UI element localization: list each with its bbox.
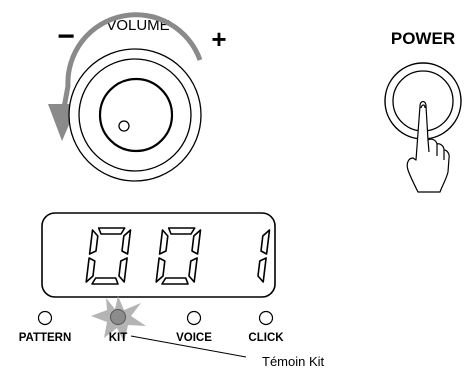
indicator-row: PATTERN KIT VOICE CLICK (19, 296, 284, 344)
volume-minus-sign: − (57, 20, 75, 53)
volume-plus-sign: + (211, 24, 226, 54)
led-kit (110, 309, 126, 325)
led-voice (186, 310, 202, 326)
volume-control[interactable]: VOLUME − + (48, 12, 227, 182)
volume-knob-outer-ring (68, 48, 202, 182)
indicator-label-click: CLICK (248, 332, 284, 344)
kit-callout: Témoin Kit (130, 335, 325, 369)
digit-2-segment-d (161, 277, 189, 285)
power-label: POWER (391, 29, 455, 48)
power-control[interactable]: POWER (384, 29, 462, 193)
digit-1-segment-d (91, 277, 119, 285)
callout-label: Témoin Kit (262, 354, 325, 369)
display-frame (41, 212, 276, 298)
indicator-label-kit: KIT (109, 332, 128, 344)
led-click (258, 310, 274, 326)
indicator-label-voice: VOICE (176, 332, 212, 344)
led-pattern (37, 310, 53, 326)
indicator-label-pattern: PATTERN (19, 332, 72, 344)
led-display (41, 212, 276, 298)
digit-2-segment-a (167, 227, 196, 235)
digit-1-segment-a (97, 227, 126, 235)
